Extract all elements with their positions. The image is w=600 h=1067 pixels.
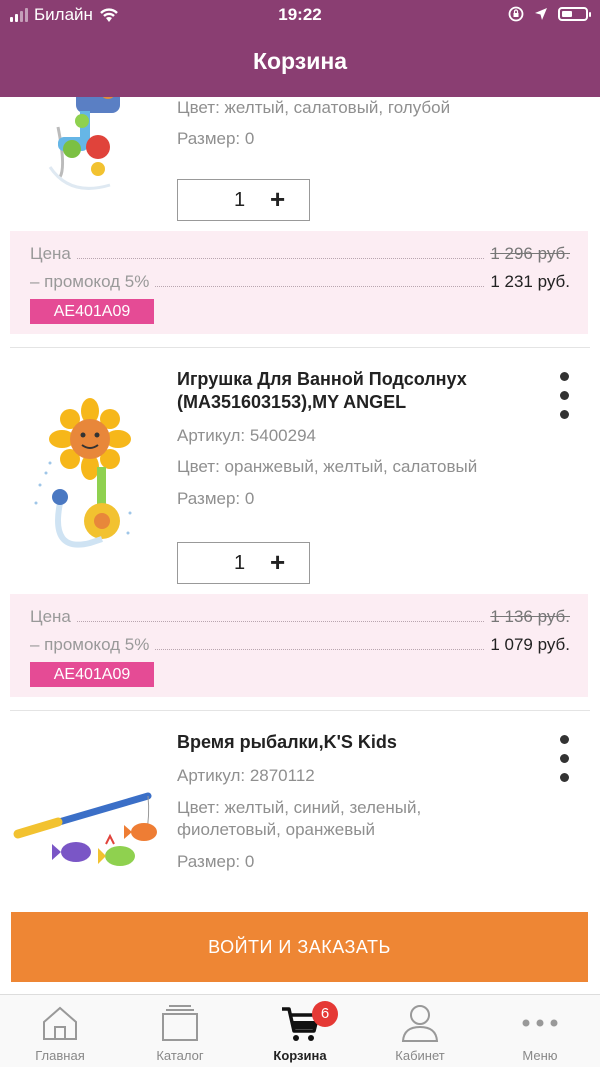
product-name[interactable]: Игрушка Для Ванной Подсолнух (MA35160315… [177, 368, 517, 414]
divider [10, 710, 590, 711]
tab-label: Меню [522, 1048, 558, 1063]
price-box: Цена 1 136 руб. – промокод 5% 1 079 руб.… [10, 594, 588, 697]
price-label: Цена [30, 607, 71, 626]
product-article: Артикул: 5400294 [177, 426, 317, 445]
tab-account[interactable]: Кабинет [360, 995, 480, 1067]
tab-menu[interactable]: Меню [480, 995, 600, 1067]
product-image[interactable] [10, 97, 160, 197]
price-new: 1 079 руб. [490, 635, 570, 654]
divider [10, 347, 590, 348]
quantity-value: 1 [234, 189, 246, 211]
quantity-value: 1 [234, 552, 246, 574]
cart-list[interactable]: Цвет: желтый, салатовый, голубой Размер:… [0, 97, 600, 994]
promo-code-badge: AE401A09 [30, 662, 154, 687]
tab-cart[interactable]: 6 Корзина [240, 995, 360, 1067]
product-image[interactable] [10, 393, 160, 563]
tab-label: Кабинет [395, 1048, 445, 1063]
login-and-order-button[interactable]: ВОЙТИ И ЗАКАЗАТЬ [11, 912, 588, 982]
more-icon [522, 1019, 558, 1027]
plus-icon[interactable]: + [270, 547, 285, 577]
nav-bar: Корзина [0, 32, 600, 97]
plus-icon[interactable]: + [270, 184, 285, 214]
product-color: Цвет: оранжевый, желтый, салатовый [177, 457, 478, 476]
tab-catalog[interactable]: Каталог [120, 995, 240, 1067]
quantity-stepper[interactable]: 1 + [177, 179, 310, 221]
orientation-lock-icon [508, 6, 524, 22]
product-color: Цвет: желтый, салатовый, голубой [177, 98, 451, 117]
promo-label: – промокод 5% [30, 272, 150, 291]
product-size: Размер: 0 [177, 489, 255, 508]
status-bar: Билайн 19:22 [0, 0, 600, 32]
product-color: Цвет: желтый, синий, зеленый, фиолетовый… [177, 798, 422, 839]
product-name[interactable]: Время рыбалки,K'S Kids [177, 731, 517, 754]
tab-label: Корзина [273, 1048, 327, 1063]
product-image[interactable] [10, 786, 160, 896]
page-title: Корзина [252, 48, 348, 74]
catalog-icon [162, 1005, 198, 1041]
user-icon [401, 1005, 439, 1042]
cart-count-badge: 6 [312, 1001, 338, 1027]
home-icon [43, 1006, 77, 1040]
promo-label: – промокод 5% [30, 635, 150, 654]
product-size: Размер: 0 [177, 129, 255, 148]
location-icon [535, 8, 547, 20]
promo-code-badge: AE401A09 [30, 299, 154, 324]
product-size: Размер: 0 [177, 852, 255, 871]
tab-bar: Главная Каталог 6 Корзина Кабинет Меню [0, 994, 600, 1067]
quantity-stepper[interactable]: 1 + [177, 542, 310, 584]
tab-label: Главная [35, 1048, 85, 1063]
price-new: 1 231 руб. [490, 272, 570, 291]
price-old: 1 296 руб. [490, 244, 570, 263]
more-options-icon[interactable] [555, 735, 573, 785]
more-options-icon[interactable] [555, 372, 573, 422]
tab-home[interactable]: Главная [0, 995, 120, 1067]
battery-icon [558, 7, 591, 21]
product-article: Артикул: 2870112 [177, 766, 315, 785]
price-old: 1 136 руб. [490, 607, 570, 626]
price-box: Цена 1 296 руб. – промокод 5% 1 231 руб.… [10, 231, 588, 334]
tab-label: Каталог [156, 1048, 204, 1063]
price-label: Цена [30, 244, 71, 263]
